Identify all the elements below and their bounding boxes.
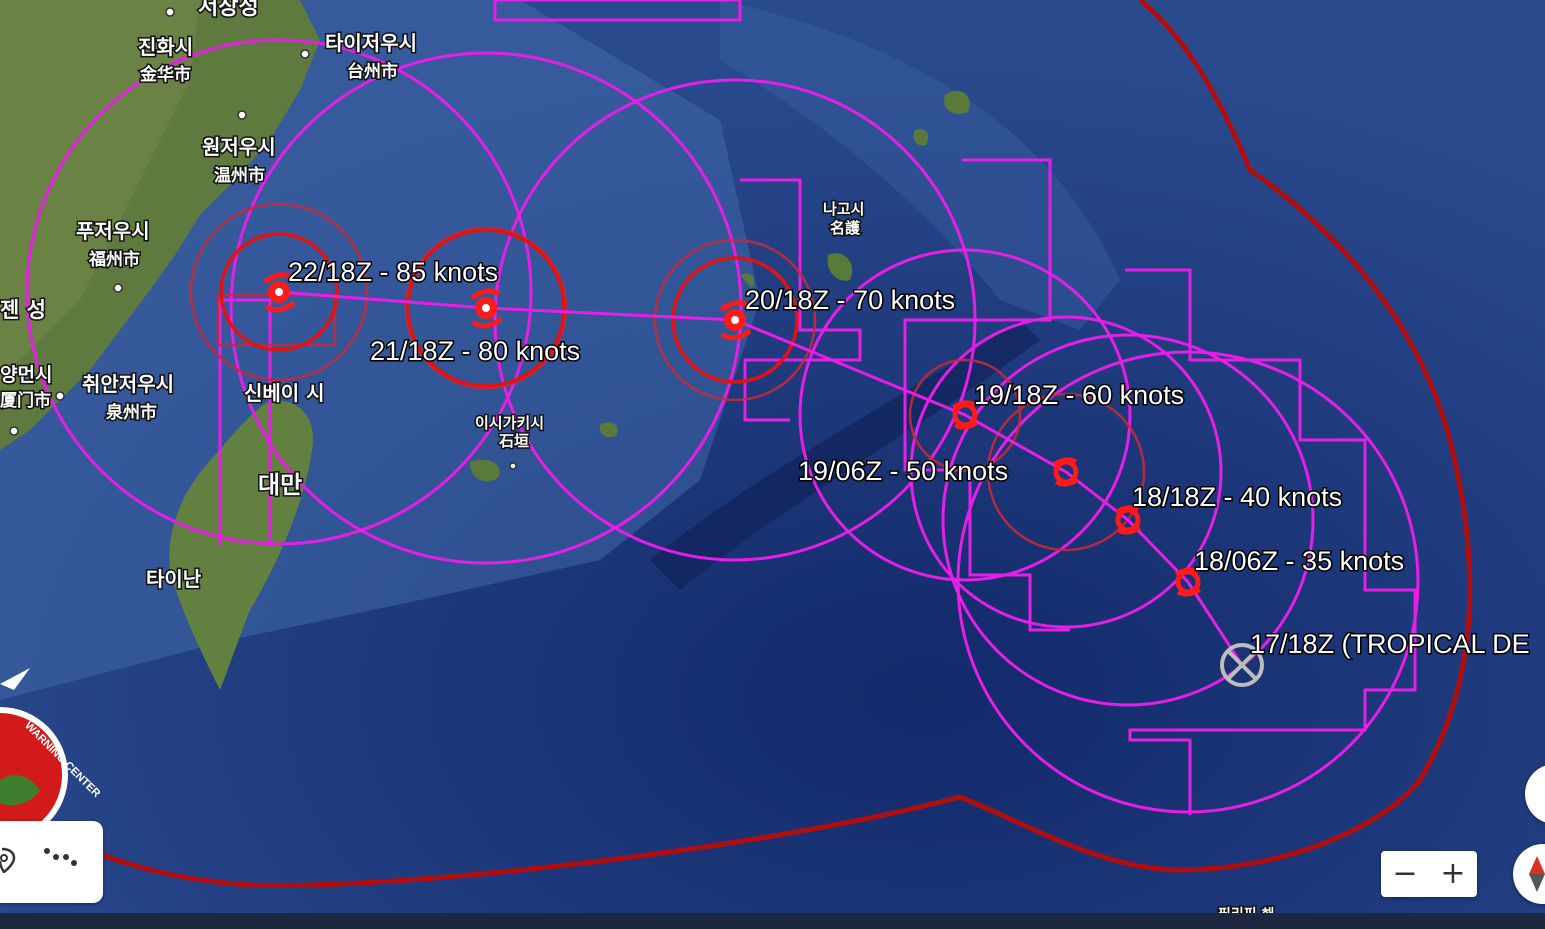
zoom-out-button[interactable]: − <box>1385 854 1425 894</box>
place-label: 福州市 <box>88 249 140 270</box>
place-label: 서장성 <box>198 0 259 20</box>
map-tool-panel <box>0 821 103 903</box>
place-label: 名護 <box>830 219 861 237</box>
place-label: 푸저우시 <box>76 219 150 243</box>
place-label: 대만 <box>258 471 302 499</box>
typhoon-forecast-map[interactable]: 서장성 진화시 金华市 타이저우시 台州市 원저우시 温州市 푸저우시 福州市 … <box>0 0 1545 929</box>
place-label: 台州市 <box>347 61 398 82</box>
zoom-control: − + <box>1381 851 1477 897</box>
place-label: 양먼시 <box>0 364 52 386</box>
forecast-label-19-18z: 19/18Z - 60 knots <box>974 380 1184 410</box>
place-label: 젠 성 <box>0 298 46 322</box>
forecast-label-19-06z: 19/06Z - 50 knots <box>798 456 1008 486</box>
place-label: 이시가키시 <box>475 414 544 432</box>
compass-icon <box>1529 856 1545 892</box>
forecast-label-22-18z: 22/18Z - 85 knots <box>288 257 498 287</box>
forecast-label-21-18z: 21/18Z - 80 knots <box>370 336 580 366</box>
place-label: 石垣 <box>498 432 529 450</box>
place-label: 타이난 <box>146 567 202 591</box>
place-label: 신베이 시 <box>244 381 325 405</box>
forecast-label-18-18z: 18/18Z - 40 knots <box>1132 482 1342 512</box>
place-label: 金华市 <box>139 64 191 85</box>
forecast-label-20-18z: 20/18Z - 70 knots <box>745 285 955 315</box>
forecast-label-17-18z: 17/18Z (TROPICAL DE <box>1250 629 1530 659</box>
place-label: 진화시 <box>138 35 193 59</box>
place-label: 厦门市 <box>0 390 51 411</box>
place-label: 泉州市 <box>105 402 157 423</box>
place-label: 원저우시 <box>202 135 276 159</box>
map-pin-icon[interactable] <box>0 847 16 873</box>
forecast-label-18-06z: 18/06Z - 35 knots <box>1194 546 1404 576</box>
map-footer-bar <box>0 913 1545 929</box>
place-label: 나고시 <box>823 200 864 218</box>
zoom-in-button[interactable]: + <box>1433 854 1473 894</box>
place-label: 温州市 <box>214 165 265 186</box>
place-label: 타이저우시 <box>325 31 417 55</box>
route-dots-icon[interactable] <box>44 847 78 867</box>
place-label: 취안저우시 <box>82 372 174 396</box>
